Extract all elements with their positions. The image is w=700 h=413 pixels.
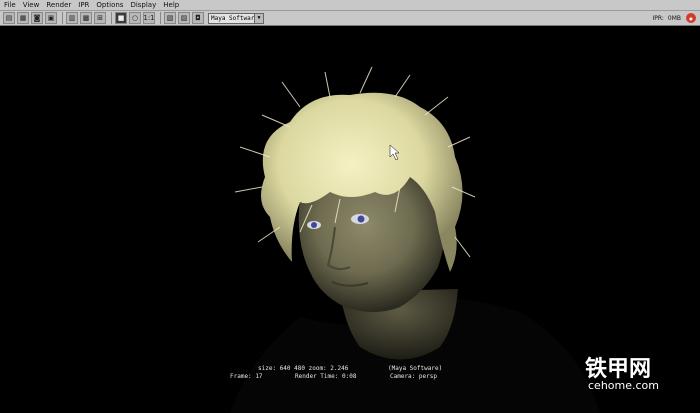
status-frame: Frame: 17 [230, 373, 263, 380]
status-camera: Camera: persp [390, 373, 437, 380]
menu-bar: File View Render IPR Options Display Hel… [0, 0, 700, 11]
camera-label: Camera: [390, 373, 416, 380]
menu-options[interactable]: Options [96, 0, 123, 11]
menu-ipr[interactable]: IPR [78, 0, 89, 11]
chevron-down-icon: ▼ [254, 13, 263, 23]
stop-render-icon[interactable]: ● [686, 13, 696, 23]
status-render-time: Render Time: 0:08 [295, 373, 356, 380]
frame-label: Frame: [230, 373, 252, 380]
rgb-channel-button[interactable]: ■ [115, 12, 127, 24]
watermark-url: cehome.com [588, 379, 659, 392]
renderer-dropdown[interactable]: Maya Software ▼ [208, 12, 264, 24]
iris-shape [311, 222, 317, 228]
real-size-button[interactable]: 1:1 [143, 12, 155, 24]
zoom-label: zoom: [308, 365, 327, 372]
film-icon: ▦ [19, 14, 27, 22]
status-size: size: 640 480 zoom: 2.246 [258, 365, 348, 372]
menu-help[interactable]: Help [163, 0, 179, 11]
display-settings-icon: ▧ [166, 14, 174, 22]
size-label: size: [258, 365, 277, 372]
rgb-channel-icon: ■ [117, 14, 125, 22]
render-time-label: Render Time: [295, 373, 339, 380]
display-settings-button[interactable]: ▧ [164, 12, 176, 24]
menu-display[interactable]: Display [130, 0, 156, 11]
remove-image-button[interactable]: ⊞ [94, 12, 106, 24]
render-settings-button[interactable]: ▨ [178, 12, 190, 24]
iris-shape [357, 215, 365, 223]
menu-view[interactable]: View [23, 0, 40, 11]
render-time-value: 0:08 [341, 373, 357, 380]
zoom-value: 2.246 [330, 365, 349, 372]
camera-select-button[interactable]: ◘ [192, 12, 204, 24]
ipr-status-group: IPR: 0MB ● [650, 13, 696, 23]
toolbar-divider [62, 12, 63, 24]
ipr-render-button[interactable]: ▦ [17, 12, 29, 24]
toolbar-divider [111, 12, 112, 24]
size-value: 640 480 [279, 365, 305, 372]
ipr-memory-label: IPR: [652, 14, 664, 22]
ratio-label: 1:1 [143, 14, 155, 22]
menu-render[interactable]: Render [46, 0, 71, 11]
alpha-channel-button[interactable]: ○ [129, 12, 141, 24]
render-region-button[interactable]: ▣ [45, 12, 57, 24]
renderer-label: (Maya Software) [388, 365, 443, 372]
renderer-dropdown-value: Maya Software [211, 14, 258, 22]
region-icon: ▣ [47, 14, 55, 22]
toolbar: ▤ ▦ ◙ ▣ ▥ ▩ ⊞ ■ ○ 1:1 ▧ ▨ ◘ Maya Softwar… [0, 11, 700, 26]
frame-value: 17 [255, 373, 263, 380]
redo-render-button[interactable]: ▤ [3, 12, 15, 24]
clapboard-icon: ▤ [5, 14, 13, 22]
render-viewport[interactable]: size: 640 480 zoom: 2.246 (Maya Software… [0, 27, 700, 413]
remove-image-icon: ⊞ [97, 14, 103, 22]
status-renderer: (Maya Software) [388, 365, 442, 372]
refresh-button[interactable]: ◙ [31, 12, 43, 24]
camera-icon: ◙ [33, 14, 41, 22]
camera-value: persp [418, 373, 437, 380]
keep-image-button[interactable]: ▩ [80, 12, 92, 24]
keep-image-icon: ▩ [82, 14, 90, 22]
snapshot-button[interactable]: ▥ [66, 12, 78, 24]
camera-select-icon: ◘ [195, 14, 201, 22]
toolbar-divider [160, 12, 161, 24]
ipr-memory-value: 0MB [667, 14, 681, 22]
alpha-channel-icon: ○ [131, 14, 139, 22]
snapshot-icon: ▥ [68, 14, 76, 22]
menu-file[interactable]: File [4, 0, 16, 11]
render-settings-icon: ▨ [180, 14, 188, 22]
